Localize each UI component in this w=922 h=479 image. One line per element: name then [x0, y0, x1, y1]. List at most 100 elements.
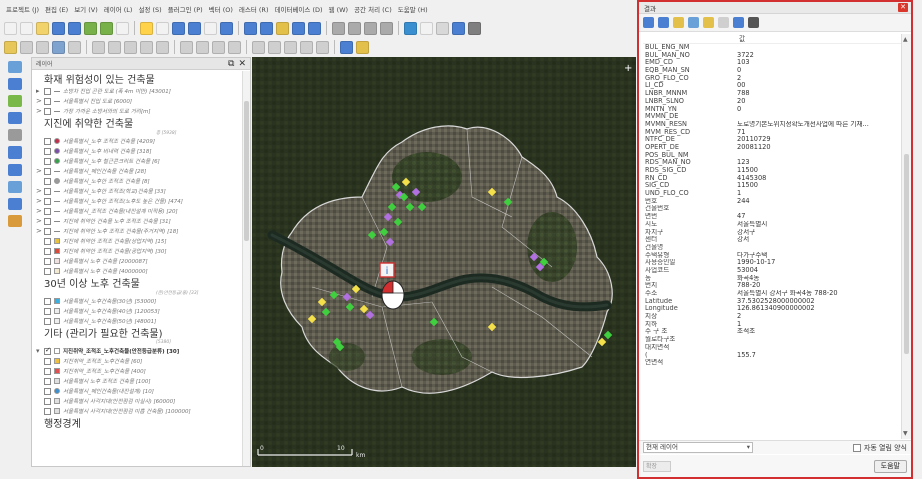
layer-visibility-checkbox[interactable]: [44, 147, 51, 155]
layer-visibility-checkbox[interactable]: [44, 297, 51, 305]
attribute-scrollbar[interactable]: ▲ ▼: [901, 34, 911, 439]
identify-icon[interactable]: [404, 21, 417, 35]
python-icon[interactable]: [356, 40, 369, 54]
attribute-row[interactable]: 월로타구조: [643, 336, 901, 344]
layer-visibility-checkbox[interactable]: [44, 357, 51, 365]
attribute-row[interactable]: 지하 1: [643, 321, 901, 329]
zoom-full-icon[interactable]: [204, 21, 217, 35]
layer-visibility-checkbox[interactable]: [44, 177, 51, 185]
layer-row[interactable]: 서울특별시_노후 철근콘크리트 건축물 [6]: [36, 156, 246, 166]
zoom-layer-icon[interactable]: [220, 21, 233, 35]
scroll-thumb[interactable]: [244, 101, 249, 241]
layer-visibility-checkbox[interactable]: [44, 227, 51, 235]
layer-group-title[interactable]: 30년 이상 노후 건축물: [36, 276, 246, 290]
expand-icon[interactable]: >: [36, 217, 44, 225]
attribute-row[interactable]: LNBR_SLNO 20: [643, 98, 901, 106]
layout-icon[interactable]: [100, 21, 113, 35]
label-icon[interactable]: [452, 21, 465, 35]
expand-icon[interactable]: ▸: [36, 87, 44, 95]
collapse-tree-icon[interactable]: [658, 17, 669, 28]
attribute-row[interactable]: RN_CD 4145308: [643, 175, 901, 183]
layer-row[interactable]: 지진취약_조적조_노후건축물 [400]: [36, 366, 246, 376]
close-icon[interactable]: ✕: [898, 3, 908, 12]
save-icon[interactable]: [52, 21, 65, 35]
layer-row[interactable]: > 지진에 취약한 건축물 노후 조적조 건축물 [31]: [36, 216, 246, 226]
manager-icon[interactable]: [116, 21, 129, 35]
menu-item[interactable]: 프로젝트 (J): [6, 4, 39, 14]
menu-item[interactable]: 플러그인 (P): [168, 4, 203, 14]
attribute-row[interactable]: 건물명: [643, 244, 901, 252]
zoom-in-icon[interactable]: [172, 21, 185, 35]
add-layer-icon[interactable]: [8, 61, 22, 74]
attribute-row[interactable]: MVM_RES_CD 71: [643, 129, 901, 137]
layer-group-title[interactable]: 화재 위험성이 있는 건축물: [36, 72, 246, 86]
attribute-row[interactable]: 주택유형 다가구주택: [643, 252, 901, 260]
layer-row[interactable]: > 서울특별시_조적조 건축물(내진설계 미적용) [20]: [36, 206, 246, 216]
attribute-row[interactable]: Longitude 126.861340900000002: [643, 305, 901, 313]
attribute-row[interactable]: 주 구 조 조적조: [643, 328, 901, 336]
attribute-row[interactable]: BUL_MAN_NO 3722: [643, 52, 901, 60]
add-layer-icon[interactable]: [8, 129, 22, 142]
layer-row[interactable]: ▸ 소방차 진입 곤란 도로 (폭 4m 미만) [43001]: [36, 86, 246, 96]
layer-row[interactable]: 서울특별시_노후건축물(30년) [53000]: [36, 296, 246, 306]
layer-visibility-checkbox[interactable]: [44, 197, 51, 205]
layer-row[interactable]: ▾ 지진취약_조적조_노후건축물(안전등급분류) [30]: [36, 346, 246, 356]
layer-visibility-checkbox[interactable]: [44, 87, 51, 95]
attribute-row[interactable]: MVMN_RESN 도로명기본도위치정확도개선사업에 따른 기재...: [643, 121, 901, 129]
print-icon[interactable]: [84, 21, 97, 35]
attribute-row[interactable]: 면번 47: [643, 213, 901, 221]
attribute-row[interactable]: NTFC_DE 20110729: [643, 136, 901, 144]
layer-row[interactable]: 서울특별시_노후건축물(40년) [120053]: [36, 306, 246, 316]
print-icon[interactable]: [733, 17, 744, 28]
layer-visibility-checkbox[interactable]: [44, 107, 51, 115]
layer-visibility-checkbox[interactable]: [44, 97, 51, 105]
attribute-row[interactable]: EQB_MAN_SN 0: [643, 67, 901, 75]
layer-row[interactable]: 지진에 취약한 조적조 건축물(상업지역) [15]: [36, 236, 246, 246]
attribute-row[interactable]: MNTN_YN 0: [643, 106, 901, 114]
expand-tree-icon[interactable]: [643, 17, 654, 28]
zoom-next-icon[interactable]: [276, 21, 289, 35]
layer-row[interactable]: 지진에 취약한 조적조 건축물(공업지역) [30]: [36, 246, 246, 256]
attribute-row[interactable]: (155.7: [643, 352, 901, 360]
attribute-row[interactable]: 번호 244: [643, 198, 901, 206]
auto-open-toggle[interactable]: 자동 열림 양식: [852, 443, 907, 453]
add-layer-icon[interactable]: [8, 78, 22, 91]
attribute-row[interactable]: 주소 서울특별시 강서구 화곡4동 788-20: [643, 290, 901, 298]
redo-icon[interactable]: [156, 40, 169, 54]
attribute-row[interactable]: Latitude 37.5302528000000002: [643, 298, 901, 306]
attribute-row[interactable]: MVMN_DE: [643, 113, 901, 121]
attribute-row[interactable]: 사용승인일 1990-10-17: [643, 259, 901, 267]
layer-row[interactable]: 서울특별시_노후 비내력 건축물 [318]: [36, 146, 246, 156]
node-tool-icon[interactable]: [52, 40, 65, 54]
layer-row[interactable]: > 서울특별시_노후한 조적조(노후도 높은 건물) [474]: [36, 196, 246, 206]
save-as-icon[interactable]: [68, 21, 81, 35]
label-change-icon[interactable]: [252, 40, 265, 54]
attribute-row[interactable]: SIG_CD 11500: [643, 182, 901, 190]
attribute-table-icon[interactable]: [420, 21, 433, 35]
zoom-last-icon[interactable]: [260, 21, 273, 35]
undo-icon[interactable]: [140, 40, 153, 54]
add-layer-icon[interactable]: [8, 146, 22, 159]
expand-icon[interactable]: >: [36, 207, 44, 215]
cut-icon[interactable]: [92, 40, 105, 54]
layer-row[interactable]: > 서울특별시_노후한 조적조(학교)건축물 [33]: [36, 186, 246, 196]
menu-item[interactable]: 설정 (S): [138, 4, 161, 14]
attribute-row[interactable]: 자치구 강서구: [643, 229, 901, 237]
layer-visibility-checkbox[interactable]: [44, 397, 51, 405]
menu-item[interactable]: 데이터베이스 (D): [275, 4, 323, 14]
attribute-row[interactable]: LI_CD 00: [643, 82, 901, 90]
label-rotate-icon[interactable]: [228, 40, 241, 54]
layer-visibility-checkbox[interactable]: [44, 307, 51, 315]
expand-icon[interactable]: >: [36, 107, 44, 115]
close-icon[interactable]: ✕: [238, 59, 246, 69]
layer-group-title[interactable]: 행정경계: [36, 416, 246, 430]
attribute-row[interactable]: RDS_SIG_CD 11500: [643, 167, 901, 175]
menu-item[interactable]: 보기 (V): [74, 4, 98, 14]
expand-icon[interactable]: >: [36, 187, 44, 195]
scroll-thumb[interactable]: [904, 154, 909, 354]
layer-visibility-checkbox[interactable]: [44, 387, 51, 395]
refresh-icon[interactable]: [332, 21, 345, 35]
layer-visibility-checkbox[interactable]: [44, 367, 51, 375]
label-move-icon[interactable]: [212, 40, 225, 54]
layer-visibility-checkbox[interactable]: [44, 237, 51, 245]
